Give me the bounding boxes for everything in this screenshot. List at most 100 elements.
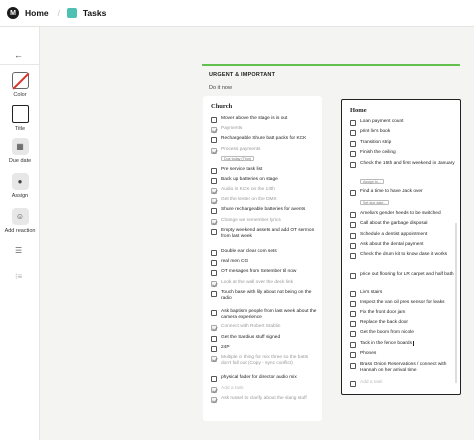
title-button[interactable]: Title	[6, 105, 34, 132]
task-text[interactable]: Shure rechargeable batteries for avents	[221, 207, 305, 213]
task-text[interactable]: Empty weekend assets and add OT sermon f…	[221, 228, 317, 240]
task-item[interactable]: Liv's stairs	[350, 290, 456, 297]
list-style-icon[interactable]: ☰	[15, 246, 22, 255]
task-text[interactable]: Mover above the stage is is out	[221, 116, 287, 122]
church-card-title[interactable]: Church	[211, 103, 232, 110]
task-text[interactable]: Ask russel to clarify about the slang st…	[221, 396, 307, 402]
group-title[interactable]: URGENT & IMPORTANT	[209, 72, 460, 78]
color-button[interactable]: Color	[6, 72, 34, 98]
task-checkbox[interactable]	[211, 396, 217, 403]
task-checkbox[interactable]	[211, 355, 217, 362]
task-text[interactable]: Get the boom from nicole	[360, 330, 414, 336]
task-item[interactable]: Mover above the stage is is out	[211, 116, 317, 123]
task-item[interactable]: Get the tester on the DMX	[211, 197, 317, 204]
add-reaction-button[interactable]: ☺ Add reaction	[5, 208, 35, 234]
home-card-title[interactable]: Home	[350, 107, 367, 114]
task-item[interactable]: Pre service task list	[211, 167, 317, 174]
task-text[interactable]: physical fader for director audio mix	[221, 375, 297, 381]
breadcrumb-tasks[interactable]: Tasks	[83, 8, 106, 18]
task-item[interactable]: Add a task	[350, 380, 456, 387]
home-card[interactable]: Home Loan payment count print liv's book T…	[341, 99, 461, 395]
task-checkbox[interactable]	[211, 126, 217, 133]
task-item[interactable]: physical fader for director audio mix	[211, 375, 317, 382]
task-meta-chip[interactable]: Set due date...	[360, 200, 390, 205]
task-checkbox[interactable]	[211, 116, 217, 123]
task-checkbox[interactable]	[350, 320, 356, 327]
task-item[interactable]: Amelia's gender heeds to be switched	[350, 211, 456, 218]
task-text[interactable]: Change we remember lyrics	[221, 218, 281, 224]
task-text[interactable]: Schedule a dentist appointment	[360, 232, 427, 238]
task-text[interactable]: Payments	[221, 126, 242, 132]
task-meta-chip[interactable]: Assign to...	[360, 179, 384, 184]
task-text[interactable]: Finish the ceiling	[360, 150, 396, 156]
task-checkbox[interactable]	[211, 386, 217, 393]
task-item[interactable]: Process payments	[211, 147, 317, 154]
task-text[interactable]: Call about the garbage disposal	[360, 221, 427, 227]
task-checkbox[interactable]	[211, 228, 217, 235]
task-item[interactable]: Ask about the dental payment	[350, 242, 456, 249]
task-item[interactable]: Finish the ceiling	[350, 150, 456, 157]
task-item[interactable]: Replace the back door	[350, 320, 456, 327]
task-item[interactable]: Empty weekend assets and add OT sermon f…	[211, 228, 317, 240]
task-checkbox[interactable]	[350, 129, 356, 136]
breadcrumb-home[interactable]: Home	[25, 8, 49, 18]
task-text[interactable]: real men CG	[221, 259, 248, 265]
task-text[interactable]: Audio in KCK on the 13th	[221, 187, 275, 193]
task-checkbox[interactable]	[211, 207, 217, 214]
task-text[interactable]: Liv's stairs	[360, 290, 382, 296]
task-item[interactable]: Check the 15th and first weekend in Janu…	[350, 161, 456, 168]
task-item[interactable]: Get the boom from nicole	[350, 330, 456, 337]
task-item[interactable]: Ask baptism people from last week about …	[211, 309, 317, 321]
task-item[interactable]: Double ear clear com sets	[211, 249, 317, 256]
task-checkbox[interactable]	[211, 269, 217, 276]
back-arrow-icon[interactable]: ←	[14, 50, 23, 60]
task-checkbox[interactable]	[350, 300, 356, 307]
task-text[interactable]: Transition strip	[360, 140, 391, 146]
assign-button[interactable]: ● Assign	[6, 173, 34, 199]
task-text[interactable]: Double ear clear com sets	[221, 249, 277, 255]
task-item[interactable]: Look at the wall over the deck link	[211, 280, 317, 287]
task-item[interactable]: Brass Onion Reservations / connect with …	[350, 362, 456, 374]
task-item[interactable]: Call about the garbage disposal	[350, 221, 456, 228]
task-checkbox[interactable]	[211, 187, 217, 194]
task-item[interactable]: OT mesages from Setember til now	[211, 269, 317, 276]
task-text[interactable]: price out flooring for LR carpet and hal…	[360, 272, 454, 278]
task-checkbox[interactable]	[211, 335, 217, 342]
task-text[interactable]: print liv's book	[360, 129, 390, 135]
task-item[interactable]: Audio in KCK on the 13th	[211, 187, 317, 194]
task-item[interactable]: real men CG	[211, 259, 317, 266]
task-text[interactable]: Check the drum kit to know dase it works	[360, 252, 447, 258]
task-checkbox[interactable]	[350, 140, 356, 147]
task-checkbox[interactable]	[350, 119, 356, 126]
task-checkbox[interactable]	[211, 345, 217, 352]
church-card[interactable]: Church Mover above the stage is is out Pa…	[203, 96, 322, 421]
task-text[interactable]: Connect with Robert Stablin	[221, 324, 280, 330]
task-text[interactable]: Process payments	[221, 147, 260, 153]
task-checkbox[interactable]	[350, 161, 356, 168]
task-text[interactable]: Back up batteries on stage	[221, 177, 278, 183]
task-text[interactable]: 24P	[221, 345, 230, 351]
task-text[interactable]: Replace the back door	[360, 320, 408, 326]
task-checkbox[interactable]	[350, 351, 356, 358]
task-text[interactable]: Add a task	[360, 380, 383, 386]
task-text[interactable]: Find a time to have Jack over	[360, 189, 423, 195]
task-checkbox[interactable]	[350, 290, 356, 297]
task-item[interactable]: price out flooring for LR carpet and hal…	[350, 272, 456, 279]
task-checkbox[interactable]	[350, 252, 356, 259]
task-text[interactable]: Ask baptism people from last week about …	[221, 309, 317, 321]
task-item[interactable]: print liv's book	[350, 129, 456, 136]
task-checkbox[interactable]	[211, 290, 217, 297]
task-checkbox[interactable]	[350, 150, 356, 157]
task-text[interactable]: Get the Sardius stuff signed	[221, 335, 280, 341]
task-checkbox[interactable]	[211, 197, 217, 204]
task-item[interactable]: Ask russel to clarify about the slang st…	[211, 396, 317, 403]
task-checkbox[interactable]	[211, 259, 217, 266]
task-item[interactable]: Get the Sardius stuff signed	[211, 335, 317, 342]
task-item[interactable]: Schedule a dentist appointment	[350, 232, 456, 239]
task-checkbox[interactable]	[211, 136, 217, 143]
task-text[interactable]: Touch base with lily about not being on …	[221, 290, 317, 302]
task-item[interactable]: Phones	[350, 351, 456, 358]
task-checkbox[interactable]	[350, 341, 356, 348]
task-text[interactable]: Pre service task list	[221, 167, 262, 173]
indent-icon[interactable]: ⁝≡	[15, 272, 22, 281]
